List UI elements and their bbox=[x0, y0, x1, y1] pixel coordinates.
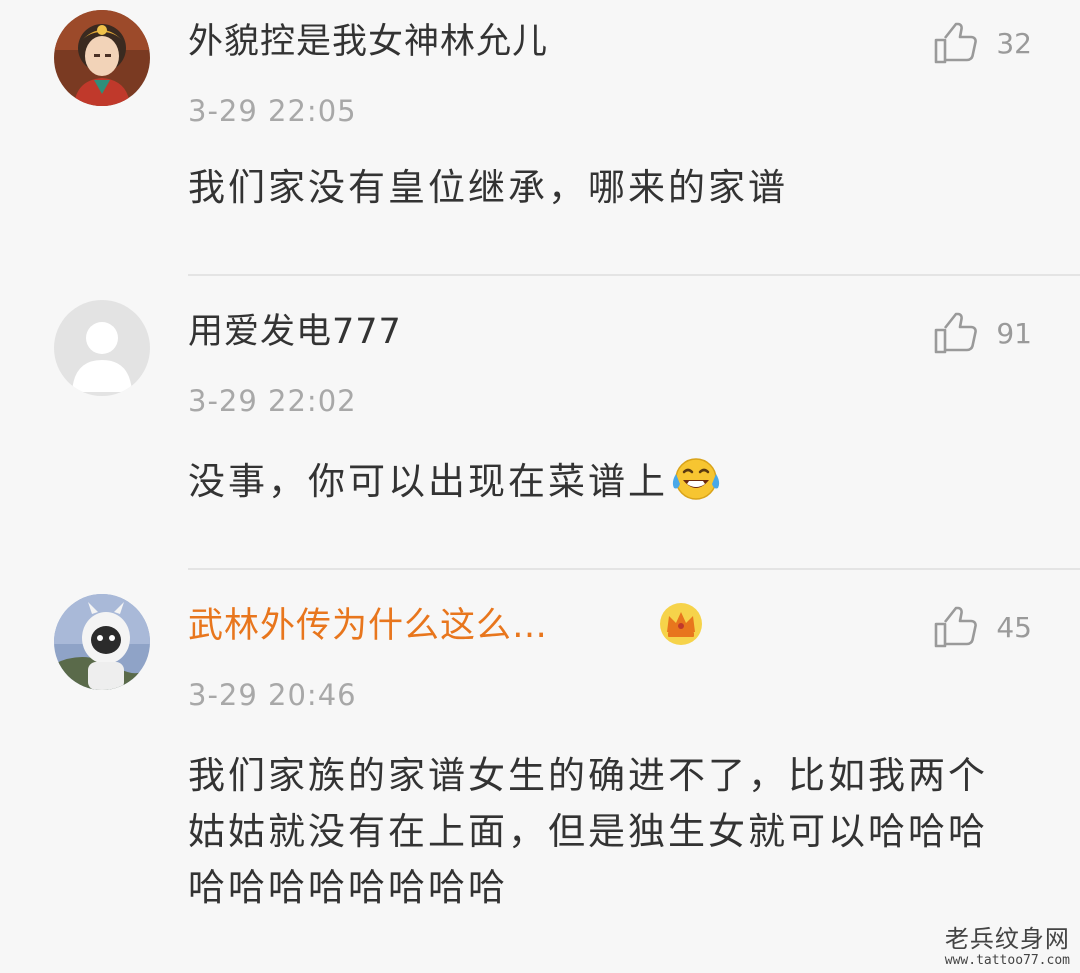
crown-icon bbox=[660, 603, 702, 645]
thumbs-up-icon bbox=[935, 606, 978, 648]
comment-text: 我们家没有皇位继承，哪来的家谱 bbox=[188, 166, 788, 209]
default-user-avatar bbox=[54, 300, 150, 396]
comment-time: 3-29 22:02 bbox=[188, 384, 357, 418]
username[interactable]: 用爱发电777 bbox=[188, 310, 402, 354]
username[interactable]: 武林外传为什么这么… bbox=[188, 604, 548, 648]
thumbs-up-icon bbox=[935, 22, 978, 64]
divider bbox=[188, 274, 1080, 276]
avatar[interactable] bbox=[54, 300, 150, 396]
avatar[interactable] bbox=[54, 10, 150, 106]
like-count: 32 bbox=[996, 26, 1032, 60]
username[interactable]: 外貌控是我女神林允儿 bbox=[188, 20, 548, 64]
like-button[interactable]: 45 bbox=[932, 602, 1032, 652]
comment-time: 3-29 20:46 bbox=[188, 678, 357, 712]
like-count: 91 bbox=[996, 316, 1032, 350]
comment-time: 3-29 22:05 bbox=[188, 94, 357, 128]
anime-character-avatar bbox=[54, 10, 150, 106]
divider bbox=[188, 568, 1080, 570]
comment-text: 我们家族的家谱女生的确进不了，比如我两个姑姑就没有在上面，但是独生女就可以哈哈哈… bbox=[188, 754, 988, 909]
watermark-url: www.tattoo77.com bbox=[944, 953, 1070, 968]
watermark: 老兵纹身网 www.tattoo77.com bbox=[945, 925, 1070, 969]
astronaut-avatar bbox=[54, 594, 150, 690]
laughing-tears-emoji bbox=[672, 458, 720, 500]
watermark-title: 老兵纹身网 bbox=[944, 925, 1070, 953]
comment-text-wrapper: 没事，你可以出现在菜谱上 bbox=[188, 456, 1018, 508]
avatar[interactable] bbox=[54, 594, 150, 690]
like-count: 45 bbox=[996, 610, 1032, 644]
thumbs-up-icon bbox=[935, 312, 978, 354]
like-button[interactable]: 32 bbox=[932, 18, 1032, 68]
like-button[interactable]: 91 bbox=[932, 308, 1032, 358]
comment-text: 没事，你可以出现在菜谱上 bbox=[188, 460, 668, 503]
